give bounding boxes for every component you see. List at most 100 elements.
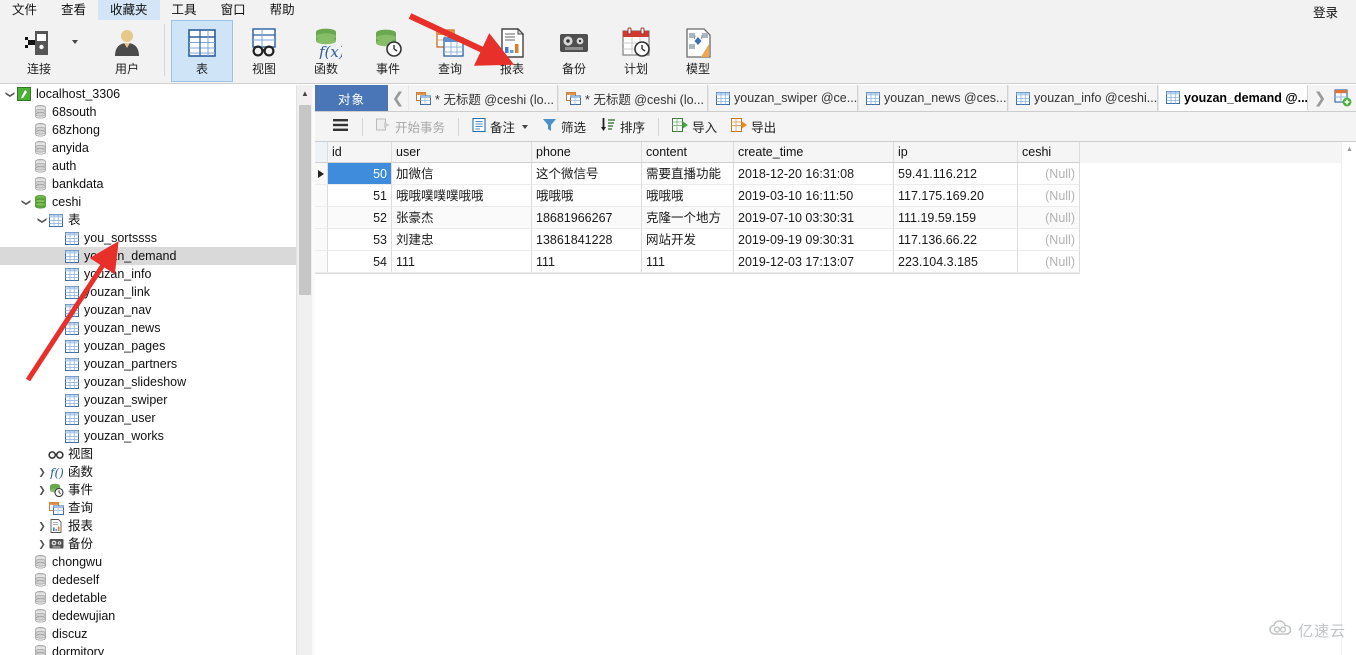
- grid-cell-user[interactable]: 111: [392, 251, 532, 273]
- grid-menu-button[interactable]: [325, 116, 356, 137]
- tree-item-youzan_news[interactable]: youzan_news: [0, 319, 296, 337]
- grid-row[interactable]: 51 哦哦噗噗噗哦哦 哦哦哦 哦哦哦 2019-03-10 16:11:50 117.17…: [315, 185, 1356, 207]
- chevron-right-icon[interactable]: ❯: [36, 467, 48, 477]
- grid-cell-create_time[interactable]: 2019-12-03 17:13:07: [734, 251, 894, 273]
- grid-cell-id[interactable]: 53: [328, 229, 392, 251]
- toolbar-button-report[interactable]: 报表: [481, 20, 543, 82]
- tree-item--[interactable]: ❯ 表: [0, 211, 296, 229]
- grid-cell-ip[interactable]: 117.136.66.22: [894, 229, 1018, 251]
- tree-item-auth[interactable]: auth: [0, 157, 296, 175]
- connection-dropdown-caret[interactable]: [72, 40, 78, 44]
- toolbar-button-event[interactable]: 事件: [357, 20, 419, 82]
- toolbar-button-schedule[interactable]: 计划: [605, 20, 667, 82]
- tree-item-dedewujian[interactable]: dedewujian: [0, 607, 296, 625]
- toolbar-button-view[interactable]: 视图: [233, 20, 295, 82]
- tree-item--[interactable]: ❯ 报表: [0, 517, 296, 535]
- tree-item-youzan_link[interactable]: youzan_link: [0, 283, 296, 301]
- grid-cell-create_time[interactable]: 2019-07-10 03:30:31: [734, 207, 894, 229]
- object-tree[interactable]: ❯ localhost_3306 68south 68zhong anyida …: [0, 85, 296, 655]
- tree-scrollbar[interactable]: ▲: [296, 85, 313, 655]
- import-button[interactable]: 导入: [665, 115, 724, 138]
- toolbar-button-table[interactable]: 表: [171, 20, 233, 82]
- menu-item-help[interactable]: 帮助: [258, 0, 307, 20]
- grid-row-indicator[interactable]: [315, 251, 328, 273]
- toolbar-button-connection[interactable]: 连接: [8, 20, 70, 82]
- tree-item-youzan_swiper[interactable]: youzan_swiper: [0, 391, 296, 409]
- export-button[interactable]: 导出: [724, 115, 783, 138]
- grid-cell-id[interactable]: 52: [328, 207, 392, 229]
- grid-cell-user[interactable]: 刘建忠: [392, 229, 532, 251]
- grid-cell-phone[interactable]: 这个微信号: [532, 163, 642, 185]
- grid-column-header[interactable]: content: [642, 142, 734, 163]
- chevron-right-icon[interactable]: ❯: [36, 521, 48, 531]
- grid-cell-user[interactable]: 张豪杰: [392, 207, 532, 229]
- note-button[interactable]: 备注: [465, 115, 535, 138]
- filter-button[interactable]: 筛选: [535, 115, 593, 138]
- tree-item-discuz[interactable]: discuz: [0, 625, 296, 643]
- tree-item-dedeself[interactable]: dedeself: [0, 571, 296, 589]
- grid-row[interactable]: 54 111 111 111 2019-12-03 17:13:07 223.104.3.…: [315, 251, 1356, 273]
- editor-tab[interactable]: * 无标题 @ceshi (lo...: [558, 85, 708, 111]
- tree-item-ceshi[interactable]: ❯ ceshi: [0, 193, 296, 211]
- tree-item-youzan_nav[interactable]: youzan_nav: [0, 301, 296, 319]
- grid-cell-create_time[interactable]: 2019-03-10 16:11:50: [734, 185, 894, 207]
- grid-row-indicator[interactable]: [315, 207, 328, 229]
- grid-cell-user[interactable]: 加微信: [392, 163, 532, 185]
- tree-scrollbar-thumb[interactable]: [299, 105, 311, 295]
- toolbar-button-model[interactable]: 模型: [667, 20, 729, 82]
- tab-objects[interactable]: 对象: [315, 85, 388, 111]
- tree-item-youzan_works[interactable]: youzan_works: [0, 427, 296, 445]
- menu-item-window[interactable]: 窗口: [209, 0, 258, 20]
- chevron-down-icon[interactable]: [522, 124, 529, 129]
- grid-cell-ceshi[interactable]: (Null): [1018, 185, 1080, 207]
- sort-button[interactable]: 排序: [593, 115, 652, 138]
- grid-cell-ip[interactable]: 117.175.169.20: [894, 185, 1018, 207]
- grid-cell-id[interactable]: 51: [328, 185, 392, 207]
- grid-column-header[interactable]: ceshi: [1018, 142, 1080, 163]
- tree-item-localhost_3306[interactable]: ❯ localhost_3306: [0, 85, 296, 103]
- grid-row[interactable]: 50 加微信 这个微信号 需要直播功能 2018-12-20 16:31:08 59.41…: [315, 163, 1356, 185]
- tree-item-youzan_partners[interactable]: youzan_partners: [0, 355, 296, 373]
- data-grid[interactable]: id user phone content create_time ip ceshi 50 加微…: [315, 142, 1356, 655]
- grid-cell-create_time[interactable]: 2018-12-20 16:31:08: [734, 163, 894, 185]
- new-tab-button[interactable]: [1330, 85, 1356, 111]
- begin-transaction-button[interactable]: 开始事务: [369, 115, 452, 138]
- tree-item--[interactable]: 查询: [0, 499, 296, 517]
- grid-cell-ceshi[interactable]: (Null): [1018, 207, 1080, 229]
- chevron-down-icon[interactable]: ❯: [20, 198, 32, 207]
- editor-tab[interactable]: youzan_info @ceshi...: [1008, 85, 1158, 111]
- grid-cell-id[interactable]: 54: [328, 251, 392, 273]
- toolbar-button-query[interactable]: 查询: [419, 20, 481, 82]
- editor-tab[interactable]: * 无标题 @ceshi (lo...: [408, 85, 558, 111]
- grid-row-indicator[interactable]: [315, 163, 328, 185]
- grid-cell-content[interactable]: 网站开发: [642, 229, 734, 251]
- grid-cell-phone[interactable]: 111: [532, 251, 642, 273]
- tree-item-chongwu[interactable]: chongwu: [0, 553, 296, 571]
- grid-cell-ceshi[interactable]: (Null): [1018, 251, 1080, 273]
- toolbar-button-backup[interactable]: 备份: [543, 20, 605, 82]
- grid-cell-ip[interactable]: 111.19.59.159: [894, 207, 1018, 229]
- grid-cell-content[interactable]: 需要直播功能: [642, 163, 734, 185]
- scroll-up-icon[interactable]: ▲: [297, 85, 313, 102]
- grid-column-header[interactable]: user: [392, 142, 532, 163]
- menu-item-tools[interactable]: 工具: [160, 0, 209, 20]
- grid-cell-ceshi[interactable]: (Null): [1018, 163, 1080, 185]
- grid-row[interactable]: 53 刘建忠 13861841228 网站开发 2019-09-19 09:30:31 1…: [315, 229, 1356, 251]
- tree-item--[interactable]: ❯ 事件: [0, 481, 296, 499]
- tree-item--[interactable]: ❯ f() 函数: [0, 463, 296, 481]
- chevron-down-icon[interactable]: ❯: [4, 90, 16, 99]
- menu-item-favorites[interactable]: 收藏夹: [98, 0, 160, 20]
- chevron-right-icon[interactable]: ❯: [36, 539, 48, 549]
- editor-tab[interactable]: youzan_swiper @ce...: [708, 85, 858, 111]
- tab-scroll-right-icon[interactable]: ❯: [1310, 85, 1330, 111]
- tree-item-68south[interactable]: 68south: [0, 103, 296, 121]
- grid-column-header[interactable]: phone: [532, 142, 642, 163]
- grid-vertical-scrollbar[interactable]: ▲: [1341, 142, 1356, 655]
- grid-cell-content[interactable]: 克隆一个地方: [642, 207, 734, 229]
- tree-item-youzan_pages[interactable]: youzan_pages: [0, 337, 296, 355]
- tree-item-youzan_slideshow[interactable]: youzan_slideshow: [0, 373, 296, 391]
- grid-cell-content[interactable]: 哦哦哦: [642, 185, 734, 207]
- tab-scroll-left-icon[interactable]: ❮: [388, 85, 408, 111]
- tree-item-youzan_info[interactable]: youzan_info: [0, 265, 296, 283]
- grid-row-indicator[interactable]: [315, 185, 328, 207]
